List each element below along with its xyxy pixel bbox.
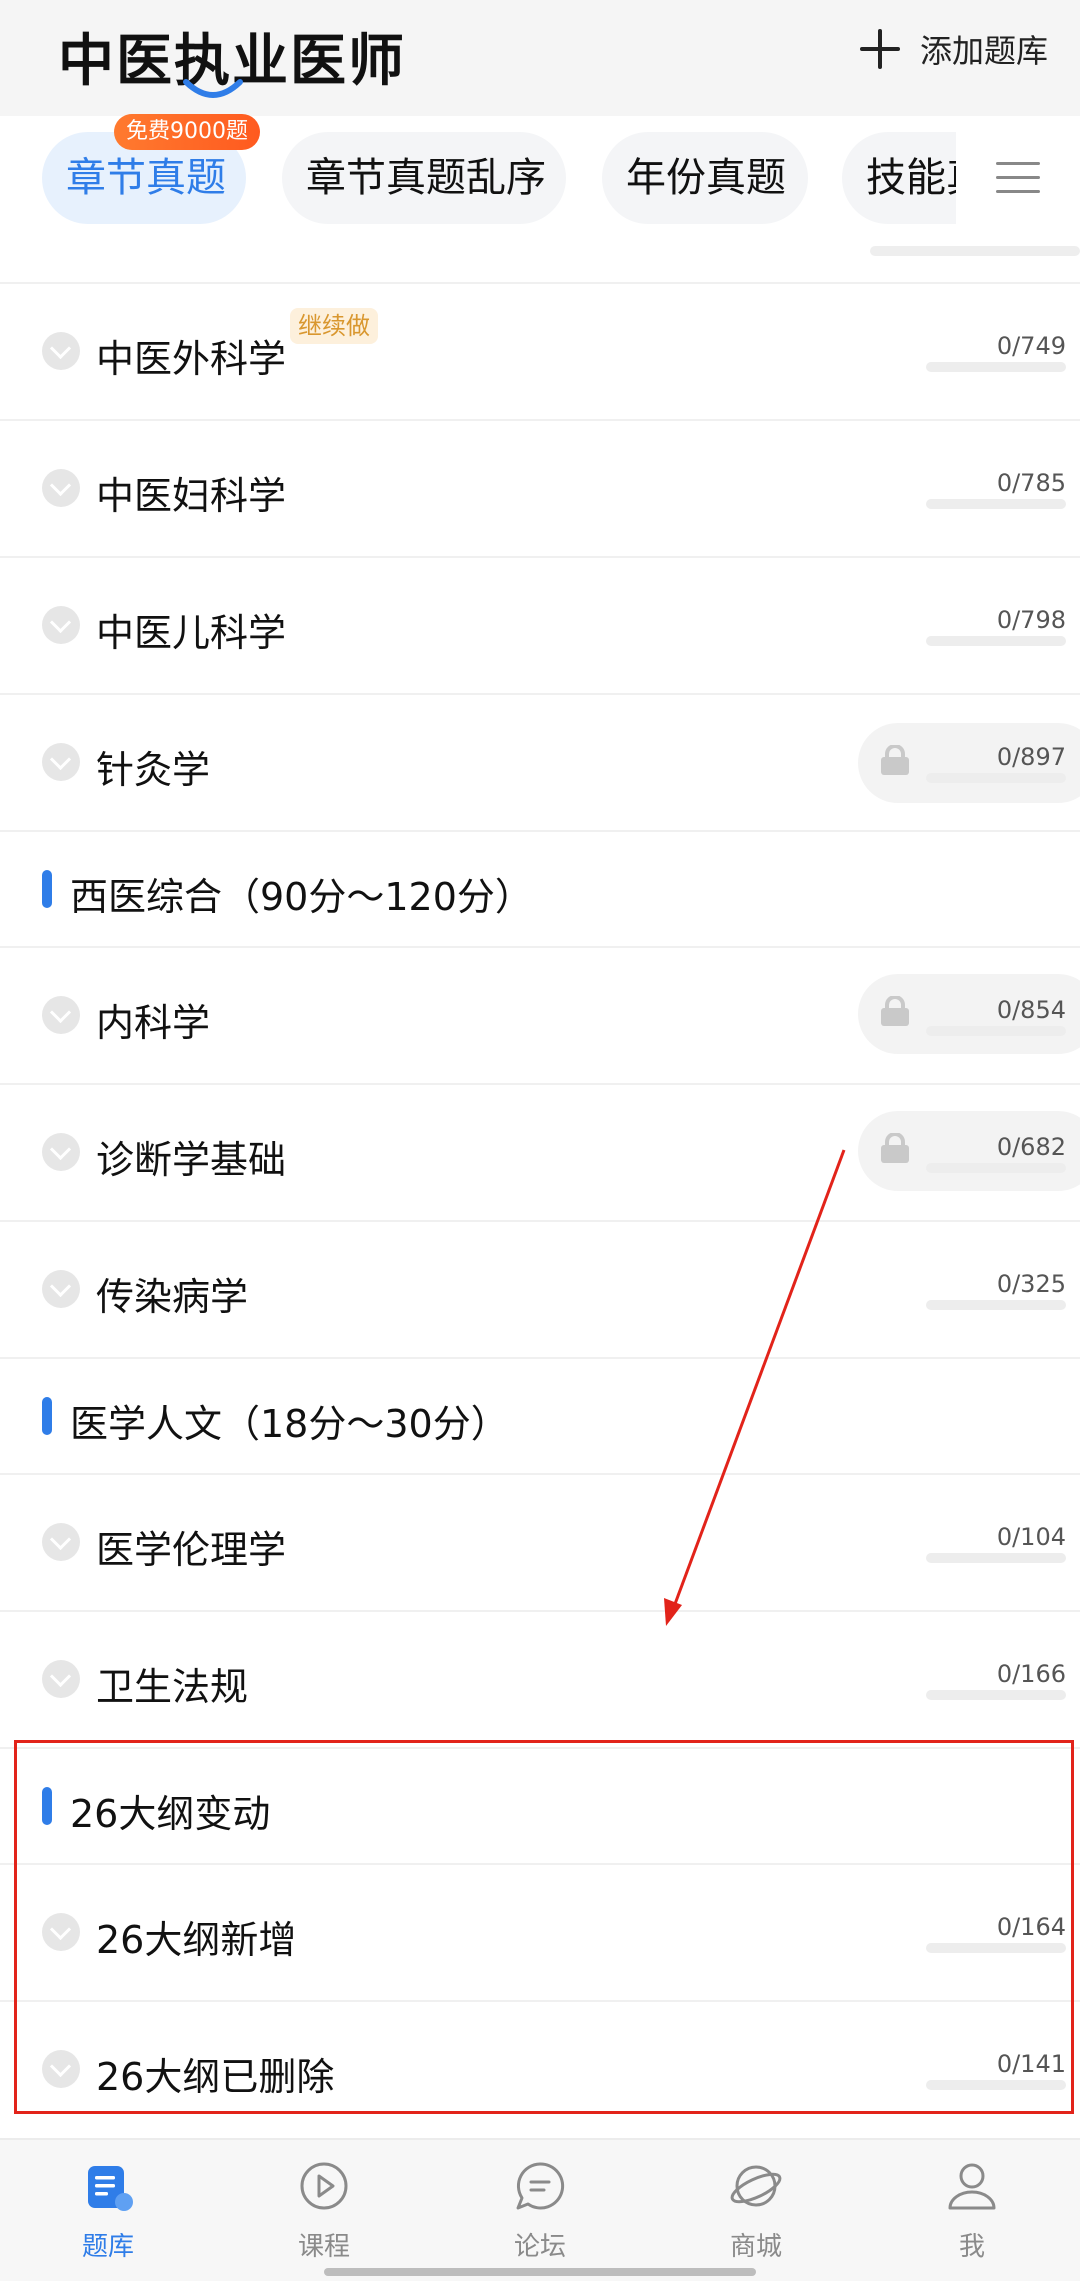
- check-circle-icon[interactable]: [42, 1523, 80, 1561]
- progress-bar: [926, 636, 1066, 646]
- list-item[interactable]: 针灸学 0/897: [0, 695, 1080, 832]
- nav-courses[interactable]: 课程: [254, 2158, 394, 2263]
- check-circle-icon[interactable]: [42, 996, 80, 1034]
- question-count: 0/325: [996, 1270, 1066, 1298]
- nav-label: 我: [958, 2232, 985, 2262]
- subject-name: 中医妇科学: [96, 474, 287, 518]
- list-item[interactable]: 卫生法规 0/166: [0, 1612, 1080, 1749]
- list-item[interactable]: 中医外科学 继续做 0/749: [0, 284, 1080, 421]
- question-count: 0/785: [996, 469, 1066, 497]
- check-circle-icon[interactable]: [42, 332, 80, 370]
- section-header: 医学人文（18分～30分）: [0, 1359, 1080, 1475]
- free-questions-badge: 免费9000题: [114, 114, 260, 150]
- list-item[interactable]: 中医儿科学 0/798: [0, 558, 1080, 695]
- subject-name: 卫生法规: [96, 1665, 249, 1709]
- question-count: 0/104: [996, 1523, 1066, 1551]
- menu-icon[interactable]: [996, 158, 1040, 198]
- question-count: 0/798: [996, 606, 1066, 634]
- question-count: 0/749: [996, 332, 1066, 360]
- section-title: 西医综合（90分～120分）: [70, 875, 533, 919]
- play-course-icon: [300, 2162, 348, 2210]
- nav-forum[interactable]: 论坛: [470, 2158, 610, 2263]
- section-title: 医学人文（18分～30分）: [70, 1402, 509, 1446]
- question-count: 0/682: [996, 1133, 1066, 1161]
- top-bar: 中医执业医师 添加题库: [0, 0, 1080, 116]
- nav-question-bank[interactable]: 题库: [38, 2158, 178, 2263]
- nav-label: 题库: [81, 2232, 134, 2262]
- check-circle-icon[interactable]: [42, 1133, 80, 1171]
- question-count: 0/854: [996, 996, 1066, 1024]
- progress-bar: [926, 1026, 1066, 1036]
- bottom-nav: 题库 课程 论坛 商城 我: [0, 2138, 1080, 2281]
- subject-name: 中医儿科学: [96, 611, 287, 655]
- progress-bar: [926, 1690, 1066, 1700]
- tab-year-exam[interactable]: 年份真题: [602, 132, 808, 224]
- list-item[interactable]: 内科学 0/854: [0, 948, 1080, 1085]
- progress-bar: [926, 1163, 1066, 1173]
- subject-name: 传染病学: [96, 1275, 249, 1319]
- nav-label: 课程: [297, 2232, 350, 2262]
- check-circle-icon[interactable]: [42, 606, 80, 644]
- subject-name: 诊断学基础: [96, 1138, 287, 1182]
- logo-smile-icon: [183, 79, 243, 98]
- progress-bar: [926, 1553, 1066, 1563]
- forum-chat-icon: [516, 2162, 565, 2210]
- lock-icon: [881, 1133, 909, 1163]
- annotation-highlight-box: [14, 1740, 1074, 2114]
- add-question-bank-label: 添加题库: [919, 32, 1048, 70]
- nav-mall[interactable]: 商城: [686, 2158, 826, 2263]
- lock-icon: [881, 745, 909, 775]
- nav-label: 论坛: [513, 2232, 566, 2262]
- subject-name: 针灸学: [96, 748, 211, 792]
- tab-chapter-exam-shuffled[interactable]: 章节真题乱序: [282, 132, 566, 224]
- list-item[interactable]: 传染病学 0/325: [0, 1222, 1080, 1359]
- progress-bar: [926, 773, 1066, 783]
- home-indicator[interactable]: [324, 2268, 756, 2276]
- section-accent: [42, 1397, 52, 1435]
- progress-bar: [926, 499, 1066, 509]
- add-question-bank-button[interactable]: 添加题库: [858, 26, 1048, 72]
- lock-icon: [881, 996, 909, 1026]
- progress-bar: [926, 362, 1066, 372]
- subject-name: 中医外科学: [96, 337, 287, 381]
- list-item[interactable]: 医学伦理学 0/104: [0, 1475, 1080, 1612]
- progress-bar: [870, 246, 1080, 256]
- list-item[interactable]: 中医妇科学 0/785: [0, 421, 1080, 558]
- check-circle-icon[interactable]: [42, 1270, 80, 1308]
- subject-name: 内科学: [96, 1001, 211, 1045]
- check-circle-icon[interactable]: [42, 1660, 80, 1698]
- continue-badge: 继续做: [290, 308, 378, 344]
- person-icon: [948, 2163, 996, 2210]
- check-circle-icon[interactable]: [42, 469, 80, 507]
- section-accent: [42, 870, 52, 908]
- check-circle-icon[interactable]: [42, 743, 80, 781]
- section-header: 西医综合（90分～120分）: [0, 832, 1080, 948]
- plus-icon: [858, 27, 902, 71]
- subject-name: 医学伦理学: [96, 1528, 287, 1572]
- question-bank-icon: [88, 2166, 133, 2211]
- question-count: 0/166: [996, 1660, 1066, 1688]
- nav-me[interactable]: 我: [902, 2158, 1042, 2263]
- progress-bar: [926, 1300, 1066, 1310]
- planet-mall-icon: [730, 2165, 782, 2207]
- question-count: 0/897: [996, 743, 1066, 771]
- list-item[interactable]: 诊断学基础 0/682: [0, 1085, 1080, 1222]
- nav-label: 商城: [729, 2232, 782, 2262]
